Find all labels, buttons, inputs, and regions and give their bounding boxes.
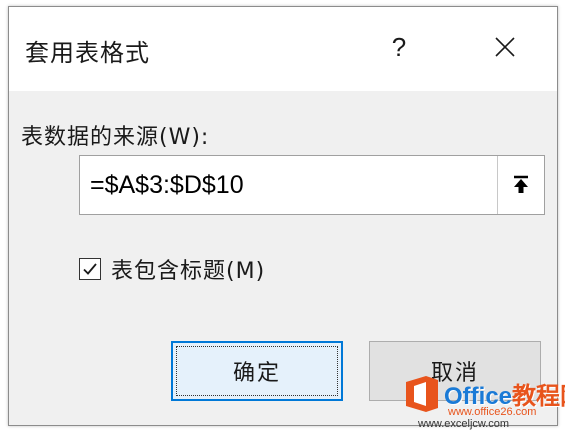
ok-button[interactable]: 确定	[171, 341, 343, 401]
source-range-box	[79, 155, 545, 215]
source-label: 表数据的来源(W):	[21, 125, 210, 150]
help-button[interactable]: ?	[381, 25, 417, 69]
format-as-table-dialog: 套用表格式 ? 表数据的来源(W): =$A$3:$D$10 表包含标题(M) …	[8, 6, 558, 426]
watermark-url: www.office26.com	[448, 406, 537, 418]
source-range-input[interactable]	[80, 156, 496, 214]
has-headers-option[interactable]: 表包含标题(M)	[79, 253, 265, 285]
close-icon	[495, 37, 515, 57]
has-headers-checkbox[interactable]	[79, 258, 101, 280]
office-logo-icon	[406, 376, 438, 412]
collapse-dialog-icon	[514, 175, 528, 193]
dialog-title: 套用表格式	[25, 39, 150, 67]
close-button[interactable]	[483, 25, 527, 69]
has-headers-label: 表包含标题(M)	[111, 259, 266, 284]
checkmark-icon	[83, 263, 97, 275]
ok-button-label: 确定	[232, 361, 281, 386]
title-bar: 套用表格式 ?	[9, 7, 557, 91]
site-watermark: Office教程网 www.office26.com www.exceljcw.…	[400, 372, 565, 431]
collapse-dialog-button[interactable]	[497, 156, 544, 214]
watermark-url-secondary: www.exceljcw.com	[418, 418, 510, 430]
